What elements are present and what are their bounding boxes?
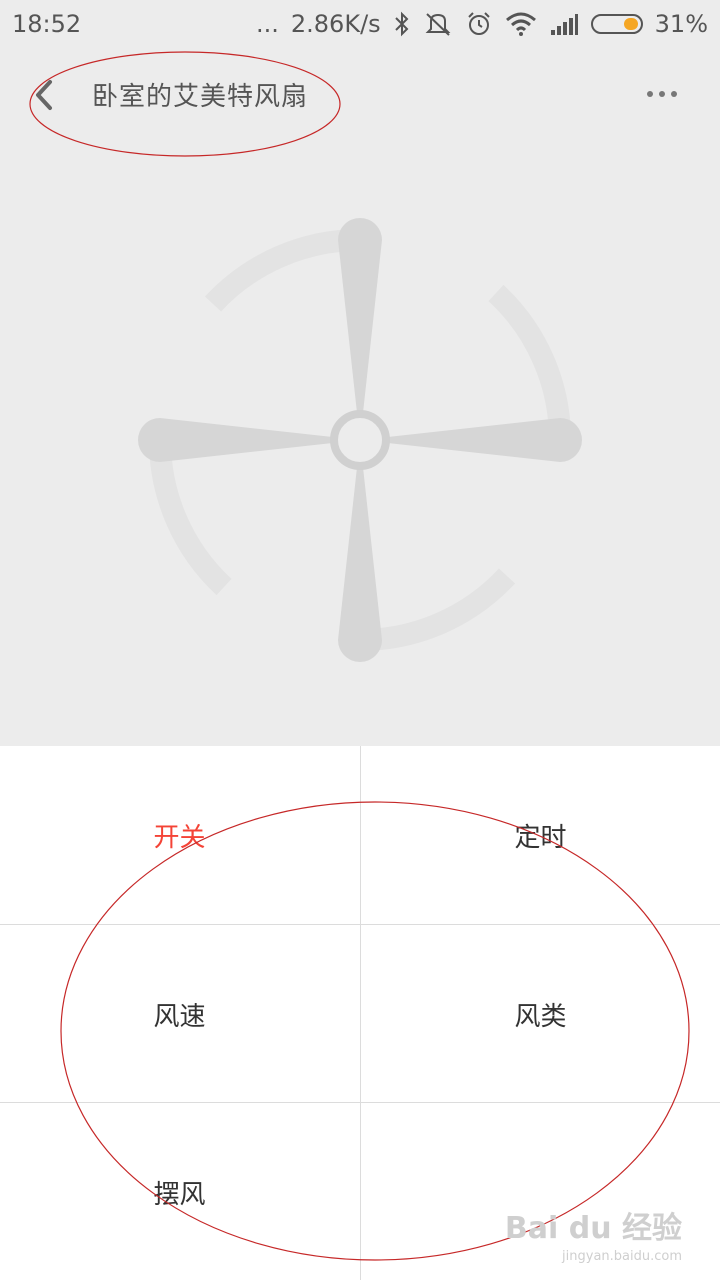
watermark-brand: Bai du 经验 <box>504 1211 682 1246</box>
fan-hub <box>330 410 390 470</box>
status-right: ... 2.86K/s 31% <box>256 10 708 38</box>
fan-blade-bottom <box>338 440 382 662</box>
watermark: Bai du 经验 jingyan.baidu.com <box>505 1203 682 1264</box>
fan-speed-button[interactable]: 风速 <box>0 925 359 1103</box>
alarm-icon <box>465 11 493 37</box>
timer-label: 定时 <box>514 822 567 853</box>
back-arrow-icon <box>36 80 52 110</box>
page-title: 卧室的艾美特风扇 <box>92 82 309 112</box>
fan-speed-label: 风速 <box>153 1001 206 1032</box>
back-button[interactable] <box>30 76 62 116</box>
top-area: 18:52 ... 2.86K/s 31% 卧室的艾美特风扇 <box>0 0 720 746</box>
more-button[interactable] <box>642 82 682 106</box>
wind-type-label: 风类 <box>514 1001 567 1032</box>
header: 卧室的艾美特风扇 <box>0 52 720 138</box>
controls-grid: 开关 定时 风速 风类 摆风 <box>0 746 720 1280</box>
status-bar: 18:52 ... 2.86K/s 31% <box>0 0 720 52</box>
battery-percent: 31% <box>654 10 708 38</box>
swing-button[interactable]: 摆风 <box>0 1103 359 1281</box>
power-button[interactable]: 开关 <box>0 746 359 924</box>
swing-label: 摆风 <box>153 1179 206 1210</box>
wifi-icon <box>505 12 537 36</box>
status-more: ... <box>256 10 279 38</box>
wind-type-button[interactable]: 风类 <box>361 925 720 1103</box>
fan-graphic <box>138 218 582 662</box>
status-time: 18:52 <box>12 10 82 38</box>
power-label: 开关 <box>153 822 206 853</box>
mute-vibrate-icon <box>423 11 453 37</box>
battery-icon <box>590 14 643 34</box>
more-dots-icon <box>647 91 677 97</box>
watermark-url: jingyan.baidu.com <box>562 1249 682 1264</box>
fan-blade-left <box>138 418 360 462</box>
signal-icon <box>549 12 579 36</box>
fan-blade-right <box>360 418 582 462</box>
fan-blade-top <box>338 218 382 440</box>
network-speed: 2.86K/s <box>290 10 381 38</box>
timer-button[interactable]: 定时 <box>361 746 720 924</box>
bluetooth-icon <box>393 11 411 37</box>
